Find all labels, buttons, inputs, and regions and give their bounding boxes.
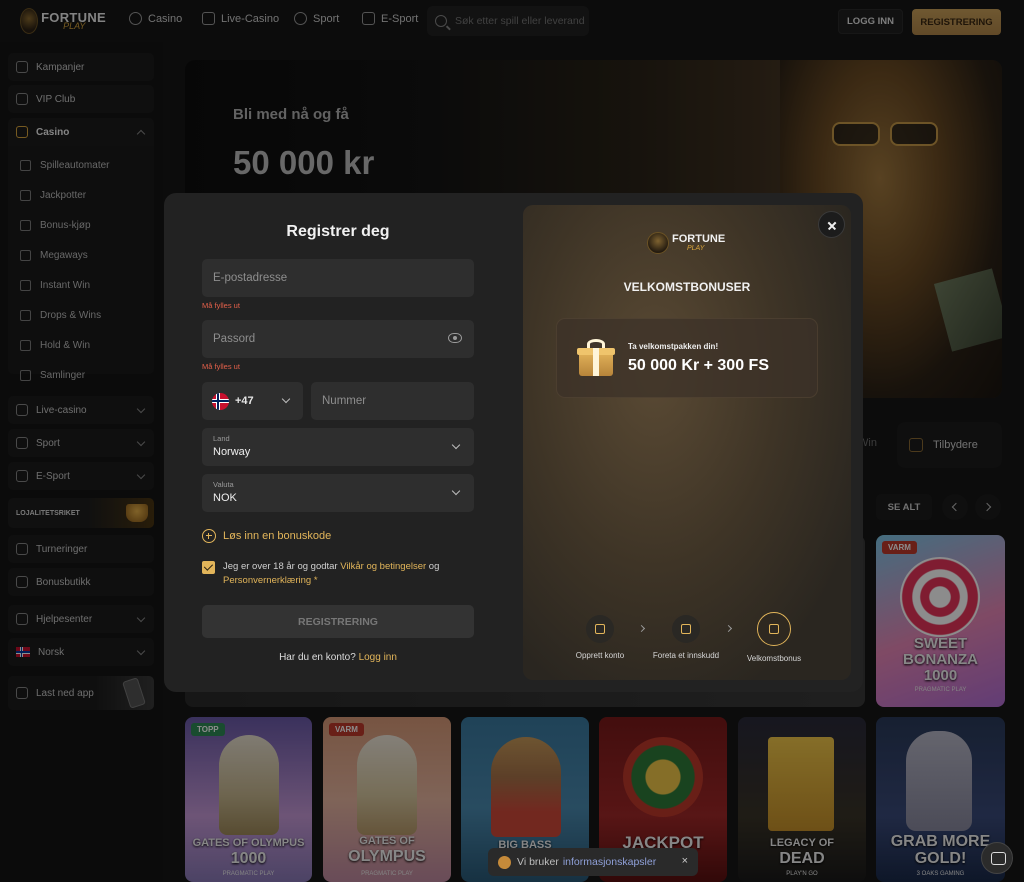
phone-country-code-select[interactable]: +47 <box>202 382 303 420</box>
plus-circle-icon <box>202 529 216 543</box>
terms-consent: Jeg er over 18 år og godtar Vilkår og be… <box>202 560 474 588</box>
password-input[interactable] <box>213 320 443 358</box>
step-welcome-bonus: Velkomstbonus <box>734 612 814 663</box>
step-deposit: Foreta et innskudd <box>646 615 726 660</box>
offer-amount: 50 000 Kr + 300 FS <box>628 357 769 374</box>
chevron-down-icon <box>451 486 461 496</box>
currency-select[interactable]: Valuta NOK <box>202 474 474 512</box>
welcome-bonus-heading: VELKOMSTBONUSER <box>623 280 751 294</box>
submit-registration-button[interactable]: REGISTRERING <box>202 605 474 638</box>
registration-modal: Registrer deg Må fylles ut Må fylles ut … <box>164 193 863 692</box>
chevron-right-icon <box>724 624 733 633</box>
country-select[interactable]: Land Norway <box>202 428 474 466</box>
norway-flag-icon <box>212 392 229 410</box>
chevron-down-icon <box>281 394 291 404</box>
email-field[interactable] <box>202 259 474 297</box>
privacy-link[interactable]: Personvernerklæring <box>223 575 311 586</box>
close-button[interactable] <box>818 211 845 238</box>
email-input[interactable] <box>213 259 443 297</box>
gift-icon <box>757 612 791 646</box>
welcome-offer-card: Ta velkomstpakken din! 50 000 Kr + 300 F… <box>556 318 818 398</box>
gift-box-icon <box>577 339 615 377</box>
phone-number-input[interactable] <box>322 382 462 420</box>
modal-title: Registrer deg <box>286 223 390 240</box>
login-link[interactable]: Logg inn <box>359 652 397 663</box>
chat-button[interactable] <box>981 842 1013 874</box>
bonus-code-link[interactable]: Løs inn en bonuskode <box>202 529 331 543</box>
login-icon <box>586 615 614 643</box>
lion-logo-icon <box>647 232 669 254</box>
cookie-notice: Vi bruker informasjonskapsler × <box>488 848 698 876</box>
required-mark: * <box>313 575 318 586</box>
promo-logo: FORTUNE PLAY <box>647 232 725 254</box>
password-error: Må fylles ut <box>202 362 240 371</box>
phone-number-field[interactable] <box>311 382 474 420</box>
wallet-icon <box>672 615 700 643</box>
cookie-icon <box>498 855 511 869</box>
password-field[interactable] <box>202 320 474 358</box>
chevron-down-icon <box>451 440 461 450</box>
cookie-link[interactable]: informasjonskapsler <box>563 856 656 868</box>
terms-link[interactable]: Vilkår og betingelser <box>340 561 426 572</box>
eye-icon[interactable] <box>448 333 462 343</box>
email-error: Må fylles ut <box>202 301 240 310</box>
have-account-text: Har du en konto? Logg inn <box>279 652 397 663</box>
welcome-bonus-panel: FORTUNE PLAY VELKOMSTBONUSER Ta velkomst… <box>523 205 851 680</box>
close-icon[interactable]: × <box>682 855 688 867</box>
offer-tagline: Ta velkomstpakken din! <box>628 342 719 351</box>
terms-checkbox[interactable] <box>202 561 215 574</box>
step-create-account: Opprett konto <box>560 615 640 660</box>
